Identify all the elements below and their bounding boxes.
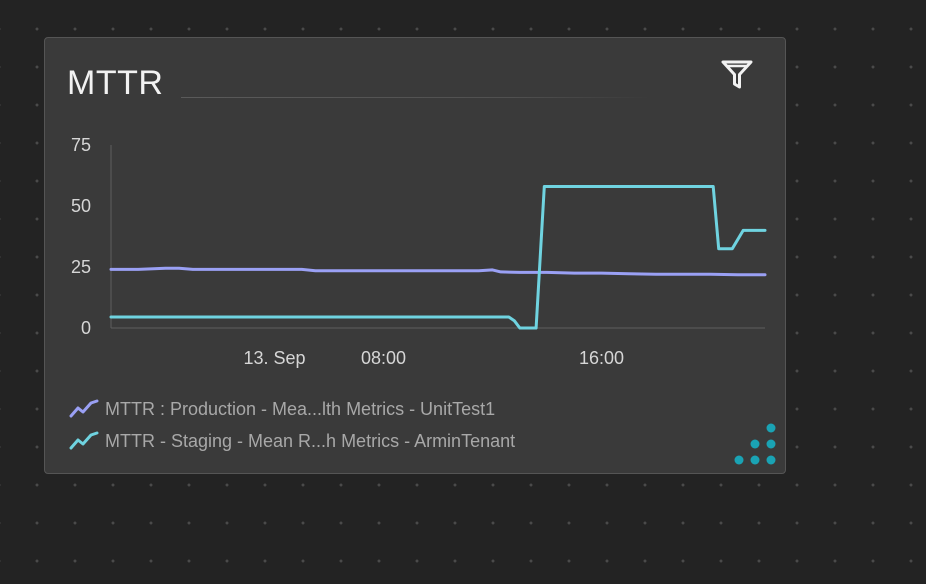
y-tick-label: 75 — [71, 135, 91, 155]
y-tick-label: 50 — [71, 196, 91, 216]
legend-item-staging[interactable]: MTTR - Staging - Mean R...h Metrics - Ar… — [69, 425, 515, 457]
mttr-tile[interactable]: MTTR 0 25 50 75 13. Sep 08:00 16:00 MTTR : Pro… — [44, 37, 786, 474]
series-line-production — [109, 266, 767, 277]
x-tick-label: 16:00 — [579, 348, 624, 368]
legend-item-production[interactable]: MTTR : Production - Mea...lth Metrics - … — [69, 393, 515, 425]
x-tick-label: 13. Sep — [243, 348, 305, 368]
y-tick-label: 25 — [71, 257, 91, 277]
legend-label-production: MTTR : Production - Mea...lth Metrics - … — [105, 398, 496, 419]
mttr-line-chart: 0 25 50 75 13. Sep 08:00 16:00 — [71, 135, 767, 368]
x-tick-label: 08:00 — [361, 348, 406, 368]
line-chart-icon — [69, 431, 99, 450]
chart-legend: MTTR : Production - Mea...lth Metrics - … — [69, 393, 515, 457]
legend-label-staging: MTTR - Staging - Mean R...h Metrics - Ar… — [105, 430, 516, 451]
line-chart-icon — [69, 399, 99, 418]
y-tick-label: 0 — [81, 318, 91, 338]
resize-handle-icon[interactable] — [731, 420, 779, 468]
series-line-staging — [109, 185, 767, 330]
